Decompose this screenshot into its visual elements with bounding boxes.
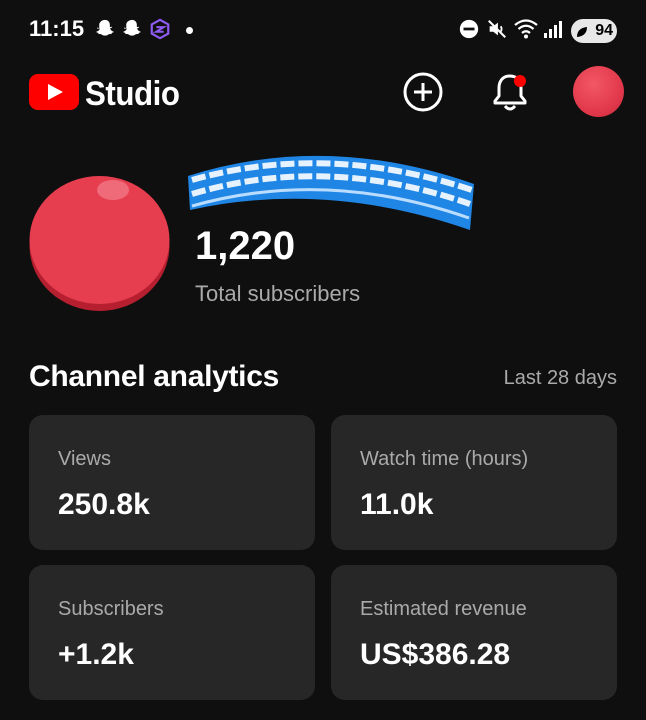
card-label: Subscribers <box>58 598 164 620</box>
estimated-revenue-card[interactable]: Estimated revenue US$386.28 <box>331 565 617 700</box>
channel-name-redaction <box>186 140 476 236</box>
youtube-studio-logo[interactable]: Studio <box>29 74 188 115</box>
snapchat-icon <box>121 18 143 45</box>
create-button[interactable] <box>401 72 445 116</box>
card-value: 250.8k <box>58 488 150 521</box>
page: 11:15 94 Studio 1,220 Total subscribers … <box>0 0 646 720</box>
card-value: 11.0k <box>360 488 434 521</box>
dnd-icon <box>458 18 480 45</box>
notifications-icon <box>488 70 532 119</box>
card-label: Estimated revenue <box>360 598 527 620</box>
subscriber-count: 1,220 <box>195 224 296 268</box>
card-value: +1.2k <box>58 638 134 671</box>
status-bar: 11:15 94 <box>0 0 646 60</box>
analytics-title: Channel analytics <box>29 360 279 393</box>
analytics-range[interactable]: Last 28 days <box>504 367 617 390</box>
wifi-icon <box>514 18 538 45</box>
subscribers-card[interactable]: Subscribers +1.2k <box>29 565 315 700</box>
create-icon <box>402 71 444 118</box>
notifications-button[interactable] <box>488 72 532 116</box>
watch-time-card[interactable]: Watch time (hours) 11.0k <box>331 415 617 550</box>
notification-dot <box>186 27 193 34</box>
subscriber-label: Total subscribers <box>195 281 361 306</box>
account-avatar[interactable] <box>573 66 624 117</box>
youtube-play-icon <box>29 74 79 115</box>
snapchat-icon <box>94 18 116 45</box>
app-bar: Studio <box>0 60 646 126</box>
signal-icon <box>542 18 564 45</box>
logo-text: Studio <box>85 75 180 113</box>
battery-level: 94 <box>595 22 613 39</box>
status-time: 11:15 <box>29 16 85 41</box>
battery-icon: 94 <box>571 19 617 43</box>
views-card[interactable]: Views 250.8k <box>29 415 315 550</box>
card-label: Views <box>58 448 111 470</box>
app-icon <box>149 18 171 45</box>
card-label: Watch time (hours) <box>360 448 529 470</box>
channel-avatar[interactable] <box>29 168 170 311</box>
battery-saver-icon <box>576 25 588 43</box>
card-value: US$386.28 <box>360 638 511 671</box>
mute-icon <box>486 18 508 45</box>
